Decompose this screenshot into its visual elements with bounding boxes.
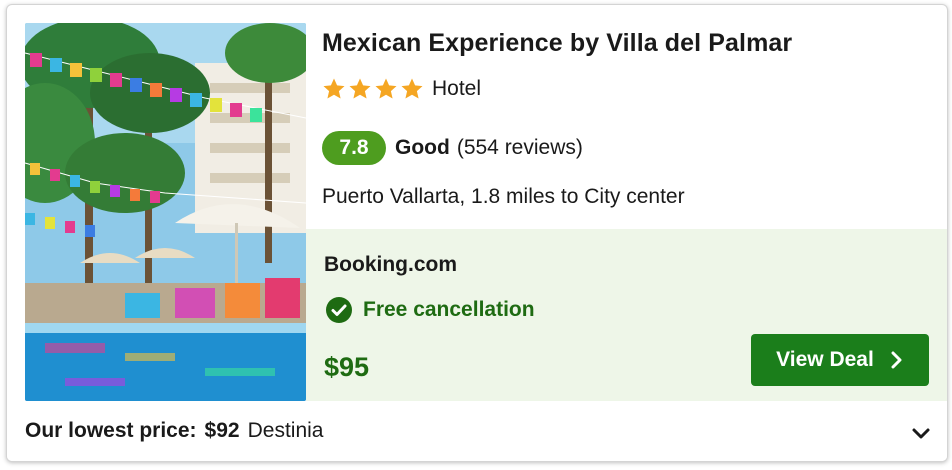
star-icon	[401, 78, 423, 99]
star-icon	[323, 78, 345, 99]
chevron-down-icon[interactable]	[909, 421, 933, 445]
deal-provider: Booking.com	[324, 253, 458, 276]
score-badge: 7.8	[322, 131, 386, 165]
check-circle-icon	[326, 297, 352, 323]
free-cancellation: Free cancellation	[325, 296, 535, 324]
hotel-result-card: Mexican Experience by Villa del Palmar H…	[6, 4, 948, 462]
deal-price: $95	[324, 352, 370, 382]
lowest-price-label: Our lowest price:	[25, 419, 197, 442]
hotel-type: Hotel	[432, 77, 482, 100]
view-deal-button[interactable]: View Deal	[751, 334, 929, 386]
hotel-photo[interactable]	[25, 23, 306, 401]
review-count: (554 reviews)	[456, 136, 583, 159]
chevron-right-icon	[891, 351, 902, 369]
review-summary[interactable]: 7.8 Good (554 reviews)	[322, 131, 583, 165]
hotel-class-row: Hotel	[322, 77, 481, 101]
view-deal-label: View Deal	[776, 348, 874, 371]
hotel-location: Puerto Vallarta, 1.8 miles to City cente…	[322, 185, 685, 208]
star-rating	[322, 77, 424, 101]
lowest-price-row[interactable]: Our lowest price: $92 Destinia	[7, 401, 947, 461]
hotel-name[interactable]: Mexican Experience by Villa del Palmar	[322, 29, 792, 58]
star-icon	[349, 78, 371, 99]
lowest-price-provider: Destinia	[247, 419, 324, 442]
score-label: Good	[395, 136, 450, 159]
cancellation-text: Free cancellation	[363, 298, 535, 321]
deal-panel: Booking.com Free cancellation $95 View D…	[306, 229, 947, 401]
lowest-price-value: $92	[204, 419, 240, 442]
star-icon	[375, 78, 397, 99]
